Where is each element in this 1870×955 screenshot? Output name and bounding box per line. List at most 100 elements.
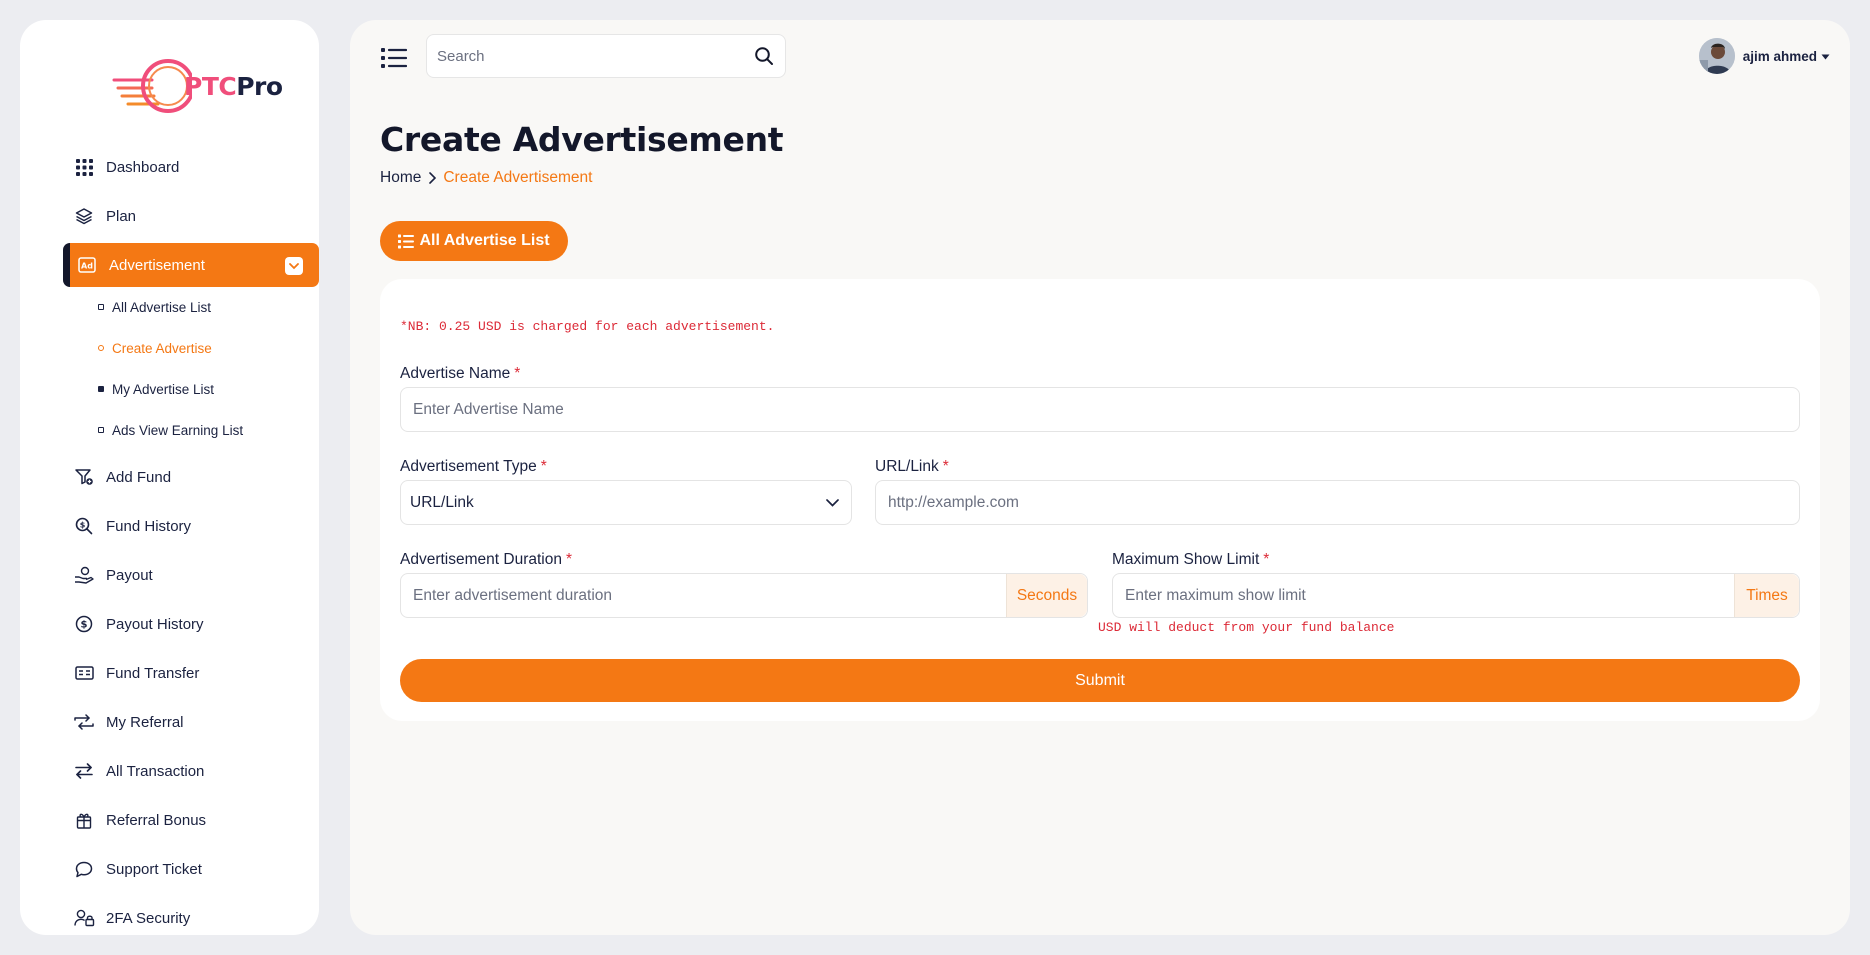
all-advertise-list-button[interactable]: All Advertise List [380, 221, 568, 261]
sidebar-item-payout-history[interactable]: $ Payout History [63, 602, 319, 646]
required-mark: * [942, 458, 949, 475]
chevron-right-icon [429, 172, 437, 184]
submenu-item-all-advertise-list[interactable]: All Advertise List [98, 296, 211, 318]
create-advertisement-form: *NB: 0.25 USD is charged for each advert… [380, 279, 1820, 721]
repeat-icon [73, 711, 95, 733]
search-box [426, 34, 786, 78]
search-input[interactable] [437, 35, 737, 77]
search-money-icon: $ [73, 515, 95, 537]
bullet-icon [98, 304, 104, 310]
sidebar: PTCPro Dashboard Plan Ad Advertisement A… [20, 20, 319, 935]
sidebar-item-label: Payout [106, 566, 153, 584]
url-link-input[interactable] [876, 481, 1799, 524]
sidebar-item-2fa-security[interactable]: 2FA Security [63, 896, 319, 940]
advertisement-type-label-text: Advertisement Type [400, 458, 537, 475]
sidebar-item-plan[interactable]: Plan [63, 194, 319, 238]
sidebar-item-add-fund[interactable]: Add Fund [63, 455, 319, 499]
page-title: Create Advertisement [380, 120, 784, 159]
sidebar-item-label: Dashboard [106, 158, 180, 176]
grid-icon [73, 156, 95, 178]
layers-icon [73, 205, 95, 227]
maximum-show-limit-field: Times [1112, 573, 1800, 618]
list-menu-icon [381, 48, 407, 68]
avatar [1698, 38, 1735, 74]
menu-toggle-button[interactable] [380, 44, 408, 72]
user-name: ajim ahmed [1742, 48, 1817, 64]
sidebar-item-payout[interactable]: Payout [63, 553, 319, 597]
sidebar-item-label: My Referral [106, 713, 184, 731]
svg-text:$: $ [80, 521, 86, 530]
sidebar-item-fund-history[interactable]: $ Fund History [63, 504, 319, 548]
fund-deduct-help-text: USD will deduct from your fund balance [1098, 620, 1395, 635]
url-link-label: URL/Link * [875, 458, 949, 476]
sidebar-item-label: Add Fund [106, 468, 172, 486]
arrows-swap-icon [73, 760, 95, 782]
maximum-show-limit-label: Maximum Show Limit * [1112, 551, 1269, 569]
advertisement-duration-label: Advertisement Duration * [400, 551, 572, 569]
sidebar-item-label: All Transaction [106, 762, 205, 780]
submenu-item-label: My Advertise List [112, 381, 215, 397]
breadcrumb-current: Create Advertisement [443, 169, 593, 186]
sidebar-item-fund-transfer[interactable]: Fund Transfer [63, 651, 319, 695]
advertise-name-field [400, 387, 1800, 432]
advertisement-duration-field: Seconds [400, 573, 1088, 618]
sidebar-item-label: Fund Transfer [106, 664, 200, 682]
maximum-show-limit-input[interactable] [1113, 574, 1734, 617]
advertisement-duration-label-text: Advertisement Duration [400, 551, 562, 568]
required-mark: * [1263, 551, 1270, 568]
submenu-item-create-advertise[interactable]: Create Advertise [98, 337, 212, 359]
advertisement-type-value: URL/Link [410, 493, 474, 511]
advertise-name-label: Advertise Name * [400, 365, 520, 383]
svg-text:Ad: Ad [81, 262, 93, 271]
charge-note: *NB: 0.25 USD is charged for each advert… [400, 319, 775, 334]
gift-icon [73, 809, 95, 831]
limit-unit-addon: Times [1734, 574, 1799, 617]
submenu-item-ads-view-earning-list[interactable]: Ads View Earning List [98, 419, 243, 441]
sidebar-item-referral-bonus[interactable]: Referral Bonus [63, 798, 319, 842]
url-link-label-text: URL/Link [875, 458, 939, 475]
breadcrumb-home-link[interactable]: Home [380, 169, 421, 187]
duration-unit-addon: Seconds [1006, 574, 1087, 617]
user-lock-icon [73, 907, 95, 929]
dollar-circle-icon: $ [73, 613, 95, 635]
advertise-name-input[interactable] [401, 388, 1799, 431]
sidebar-item-dashboard[interactable]: Dashboard [63, 145, 319, 189]
logo-mark-icon [112, 59, 192, 113]
sidebar-item-support-ticket[interactable]: Support Ticket [63, 847, 319, 891]
sidebar-item-all-transaction[interactable]: All Transaction [63, 749, 319, 793]
brand-logo[interactable]: PTCPro [112, 58, 283, 116]
brand-name-ptc: PTC [184, 72, 237, 101]
advertisement-duration-input[interactable] [401, 574, 1006, 617]
bullet-icon [98, 386, 104, 392]
bullet-icon [98, 427, 104, 433]
sidebar-item-label: Referral Bonus [106, 811, 207, 829]
required-mark: * [540, 458, 547, 475]
list-icon [398, 234, 415, 249]
advertisement-type-label: Advertisement Type * [400, 458, 547, 476]
svg-text:$: $ [81, 620, 88, 631]
submenu-item-label: Ads View Earning List [112, 422, 244, 438]
search-icon[interactable] [754, 46, 774, 71]
advertisement-type-select[interactable]: URL/Link [400, 480, 852, 525]
sidebar-item-label: Fund History [106, 517, 192, 535]
hand-coin-icon [73, 564, 95, 586]
submit-button[interactable]: Submit [400, 659, 1800, 702]
breadcrumb: Home Create Advertisement [380, 169, 592, 187]
submenu-item-label: Create Advertise [112, 340, 212, 356]
sidebar-item-label: 2FA Security [106, 909, 191, 927]
main-panel: ajim ahmed Create Advertisement Home Cre… [350, 20, 1850, 935]
user-menu[interactable]: ajim ahmed [1698, 36, 1830, 76]
submenu-item-label: All Advertise List [112, 299, 212, 315]
required-mark: * [565, 551, 573, 568]
bullet-icon [98, 345, 104, 351]
sidebar-item-label: Plan [106, 207, 137, 225]
submenu-item-my-advertise-list[interactable]: My Advertise List [98, 378, 214, 400]
maximum-show-limit-label-text: Maximum Show Limit [1112, 551, 1260, 568]
required-mark: * [514, 365, 521, 382]
funnel-add-icon [73, 466, 95, 488]
sidebar-item-advertisement[interactable]: Ad Advertisement [63, 243, 319, 287]
sidebar-item-my-referral[interactable]: My Referral [63, 700, 319, 744]
card-icon [73, 662, 95, 684]
all-advertise-list-button-label: All Advertise List [419, 232, 550, 249]
chevron-down-icon[interactable] [285, 257, 303, 275]
